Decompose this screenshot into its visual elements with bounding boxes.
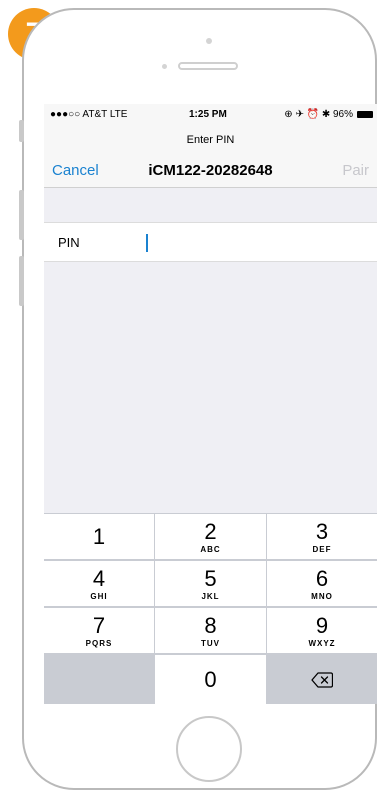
pair-button[interactable]: Pair xyxy=(342,162,369,179)
key-9[interactable]: 9 WXYZ xyxy=(267,608,377,653)
nav-prompt: Enter PIN xyxy=(186,134,235,146)
key-6-number: 6 xyxy=(315,565,329,591)
key-3-number: 3 xyxy=(315,518,329,544)
phone-volume-up xyxy=(19,190,24,240)
key-1[interactable]: 1 xyxy=(44,514,154,559)
key-blank xyxy=(44,655,154,704)
nav-bar: Enter PIN iCM122-20282648 Cancel Pair xyxy=(44,126,377,188)
key-8-letters: TUV xyxy=(201,638,220,648)
cancel-button[interactable]: Cancel xyxy=(52,162,99,179)
key-7[interactable]: 7 PQRS xyxy=(44,608,154,653)
key-5-number: 5 xyxy=(204,565,217,591)
status-indicators: ⊕ ✈ ⏰ ✱ 96% xyxy=(284,109,353,120)
pin-row: PIN xyxy=(44,222,377,262)
key-7-letters: PQRS xyxy=(85,638,113,648)
pin-input[interactable] xyxy=(144,229,354,255)
key-3[interactable]: 3 DEF xyxy=(267,514,377,559)
key-5-letters: JKL xyxy=(201,591,220,601)
camera-dot xyxy=(206,38,212,44)
pin-label: PIN xyxy=(58,235,80,250)
key-4-letters: GHI xyxy=(90,591,108,601)
key-3-letters: DEF xyxy=(312,544,332,554)
sensor-dot xyxy=(162,64,167,69)
key-5[interactable]: 5 JKL xyxy=(155,561,266,606)
text-cursor xyxy=(146,234,148,252)
carrier-signal: ●●●○○ AT&T LTE xyxy=(50,109,128,120)
key-8[interactable]: 8 TUV xyxy=(155,608,266,653)
phone-mute-switch xyxy=(19,120,24,142)
phone-volume-down xyxy=(19,256,24,306)
key-4[interactable]: 4 GHI xyxy=(44,561,154,606)
delete-key[interactable] xyxy=(267,655,377,704)
numeric-keypad: 1 2 ABC 3 DEF 4 GHI 5 JKL 6 MNO 7 PQRS 8… xyxy=(44,513,377,704)
key-6[interactable]: 6 MNO xyxy=(267,561,377,606)
backspace-icon xyxy=(311,671,333,688)
key-0[interactable]: 0 xyxy=(155,655,266,704)
key-9-number: 9 xyxy=(315,612,329,638)
key-1-number: 1 xyxy=(92,523,106,549)
battery-icon xyxy=(357,111,373,118)
key-2-number: 2 xyxy=(204,518,217,544)
key-7-number: 7 xyxy=(92,612,106,638)
key-0-number: 0 xyxy=(204,666,217,692)
key-2-letters: ABC xyxy=(200,544,221,554)
key-4-number: 4 xyxy=(92,565,106,591)
phone-screen: ●●●○○ AT&T LTE 1:25 PM ⊕ ✈ ⏰ ✱ 96% Enter… xyxy=(44,104,377,704)
earpiece-speaker xyxy=(178,62,238,70)
status-bar: ●●●○○ AT&T LTE 1:25 PM ⊕ ✈ ⏰ ✱ 96% xyxy=(44,104,377,126)
home-button[interactable] xyxy=(176,716,242,782)
key-9-letters: WXYZ xyxy=(308,638,336,648)
key-2[interactable]: 2 ABC xyxy=(155,514,266,559)
status-time: 1:25 PM xyxy=(189,109,227,120)
key-6-letters: MNO xyxy=(311,591,333,601)
key-8-number: 8 xyxy=(204,612,217,638)
